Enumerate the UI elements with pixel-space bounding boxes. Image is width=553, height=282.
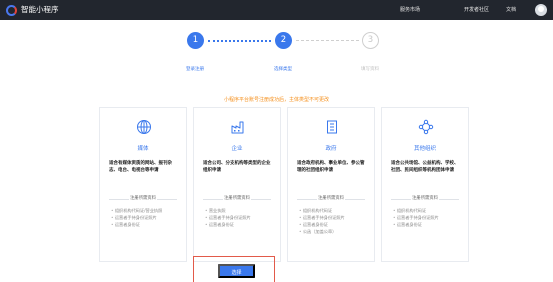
card-title: 其他组织	[413, 146, 436, 152]
card-other-organization[interactable]: 其他组织 适合公共场馆、公益机构、学校、社团、民间组织等机构团体申请 注册所需资…	[381, 107, 469, 262]
requirements-heading: 注册所需资料	[109, 196, 177, 202]
card-description: 适合有媒体资质的网站、报刊杂志、电台、电视台等申请	[109, 161, 172, 173]
card-description: 适合政府机构、事业单位、参公管理的社团组织申请	[297, 161, 365, 173]
brand[interactable]: 智能小程序	[6, 4, 59, 16]
list-item: 营业执照	[205, 207, 276, 214]
card-description: 适合公司、分支机构等类型的企业组织申请	[203, 161, 271, 173]
requirements-list: 组织机构代码证 运营者手持身份证照片 运营者身份证	[393, 207, 464, 228]
list-item: 组织机构代码证/营业执照	[111, 207, 182, 214]
list-item: 运营者手持身份证照片	[205, 214, 276, 221]
requirements-list: 组织机构代码证/营业执照 运营者手持身份证照片 运营者身份证	[111, 207, 182, 228]
step-3-circle: 3	[362, 32, 379, 49]
list-item: 运营者手持身份证照片	[393, 214, 464, 221]
step-connector-1	[208, 40, 271, 42]
card-title: 政府	[325, 146, 337, 152]
card-government[interactable]: 政府 适合政府机构、事业单位、参公管理的社团组织申请 注册所需资料 组织机构代码…	[287, 107, 375, 262]
select-enterprise-button[interactable]: 选择	[218, 264, 255, 278]
list-item: 运营者手持身份证照片	[299, 214, 370, 221]
step-1-circle: 1	[187, 32, 204, 49]
requirements-list: 组织机构代码证 运营者手持身份证照片 运营者身份证 公函（加盖公章）	[299, 207, 370, 235]
step-connector-2	[296, 40, 359, 41]
card-media[interactable]: 媒体 适合有媒体资质的网站、报刊杂志、电台、电视台等申请 注册所需资料 组织机构…	[99, 107, 187, 262]
nav-developer-community[interactable]: 开发者社区	[464, 0, 489, 20]
card-enterprise[interactable]: 企业 适合公司、分支机构等类型的企业组织申请 注册所需资料 营业执照 运营者手持…	[193, 107, 281, 262]
app-title: 智能小程序	[21, 5, 59, 14]
step-3-label: 填写资料	[361, 67, 379, 72]
factory-icon	[231, 121, 244, 134]
card-title: 企业	[231, 146, 243, 152]
step-2-label: 选择类型	[274, 67, 292, 72]
list-item: 运营者身份证	[299, 221, 370, 228]
top-navigation-bar: 智能小程序 服务市场 开发者社区 文档	[0, 0, 553, 20]
card-description: 适合公共场馆、公益机构、学校、社团、民间组织等机构团体申请	[391, 161, 459, 173]
list-item: 组织机构代码证	[393, 207, 464, 214]
user-avatar[interactable]	[535, 4, 547, 16]
list-item: 运营者身份证	[111, 221, 182, 228]
requirements-heading: 注册所需资料	[391, 196, 459, 202]
list-item: 运营者身份证	[393, 221, 464, 228]
requirements-list: 营业执照 运营者手持身份证照片 运营者身份证	[205, 207, 276, 228]
type-notice: 小程序平台账号注册成功后，主体类型不可更改	[223, 97, 329, 103]
nav-service-market[interactable]: 服务市场	[400, 0, 420, 20]
requirements-heading: 注册所需资料	[297, 196, 365, 202]
card-title: 媒体	[137, 146, 149, 152]
list-item: 运营者身份证	[205, 221, 276, 228]
globe-icon	[137, 120, 151, 134]
building-icon	[327, 120, 337, 134]
nav-docs[interactable]: 文档	[506, 0, 516, 20]
step-2-circle: 2	[275, 32, 292, 49]
requirements-heading: 注册所需资料	[203, 196, 271, 202]
list-item: 运营者手持身份证照片	[111, 214, 182, 221]
network-icon	[418, 119, 434, 135]
step-1-label: 登录注册	[186, 67, 204, 72]
list-item: 公函（加盖公章）	[299, 228, 370, 235]
smart-program-logo-icon	[6, 4, 17, 16]
list-item: 组织机构代码证	[299, 207, 370, 214]
